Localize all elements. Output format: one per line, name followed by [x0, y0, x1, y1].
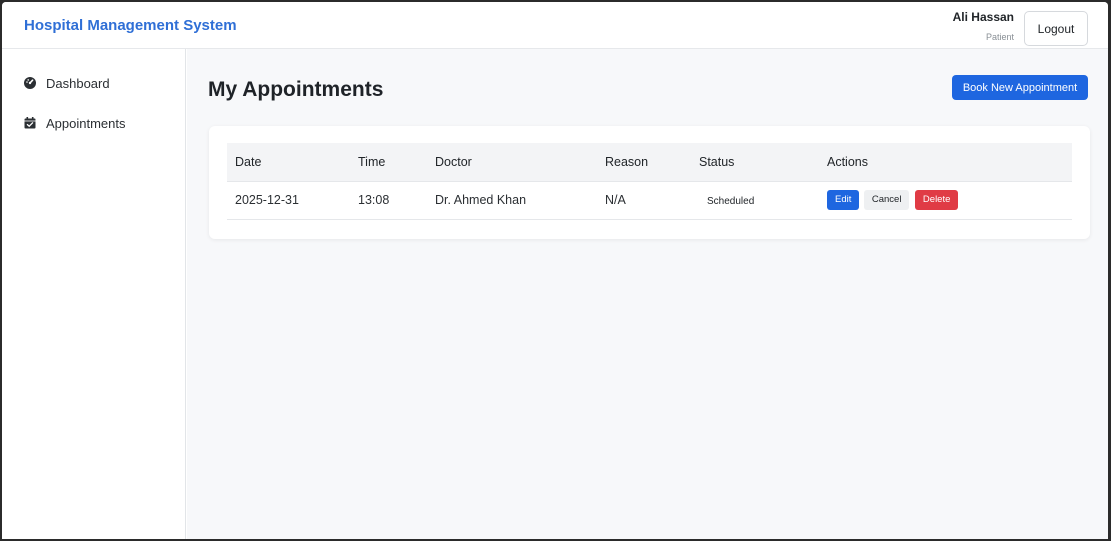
column-header-actions: Actions: [827, 143, 1072, 182]
sidebar-item-appointments[interactable]: Appointments: [24, 113, 185, 133]
appointments-card: Date Time Doctor Reason Status Actions 2…: [209, 126, 1090, 239]
app-brand[interactable]: Hospital Management System: [24, 17, 237, 34]
column-header-reason: Reason: [605, 143, 699, 182]
gauge-icon: [24, 77, 36, 89]
page-title: My Appointments: [208, 78, 384, 101]
sidebar-item-label: Appointments: [46, 115, 126, 131]
column-header-time: Time: [358, 143, 435, 182]
delete-button[interactable]: Delete: [914, 190, 959, 210]
user-name: Ali Hassan: [952, 10, 1014, 24]
cell-reason: N/A: [605, 193, 626, 207]
top-navbar: Hospital Management System Ali Hassan Pa…: [2, 2, 1108, 49]
appointments-table: Date Time Doctor Reason Status Actions 2…: [227, 143, 1072, 220]
user-role: Patient: [985, 32, 1014, 42]
sidebar-item-label: Dashboard: [46, 75, 110, 91]
status-badge: Scheduled: [707, 196, 755, 207]
cell-time: 13:08: [358, 193, 390, 207]
cancel-button[interactable]: Cancel: [863, 190, 910, 210]
book-new-appointment-button[interactable]: Book New Appointment: [952, 75, 1088, 100]
cell-doctor: Dr. Ahmed Khan: [435, 193, 527, 207]
cell-date: 2025-12-31: [235, 193, 299, 207]
edit-button[interactable]: Edit: [827, 190, 860, 210]
column-header-date: Date: [227, 143, 358, 182]
table-row: 2025-12-31 13:08 Dr. Ahmed Khan N/A Sche…: [227, 181, 1072, 219]
app-window: Hospital Management System Ali Hassan Pa…: [2, 2, 1108, 539]
cell-status: Scheduled: [699, 181, 827, 219]
logout-button[interactable]: Logout: [1024, 11, 1088, 46]
column-header-doctor: Doctor: [435, 143, 605, 182]
main-content: My Appointments Book New Appointment Dat…: [187, 49, 1108, 539]
column-header-status: Status: [699, 143, 827, 182]
sidebar: Dashboard Appointments: [2, 49, 186, 539]
calendar-check-icon: [24, 117, 36, 129]
user-info: Ali Hassan Patient: [953, 10, 1014, 42]
table-header-row: Date Time Doctor Reason Status Actions: [227, 143, 1072, 182]
cell-actions: Edit Cancel Delete: [827, 181, 1072, 219]
sidebar-item-dashboard[interactable]: Dashboard: [24, 73, 185, 93]
